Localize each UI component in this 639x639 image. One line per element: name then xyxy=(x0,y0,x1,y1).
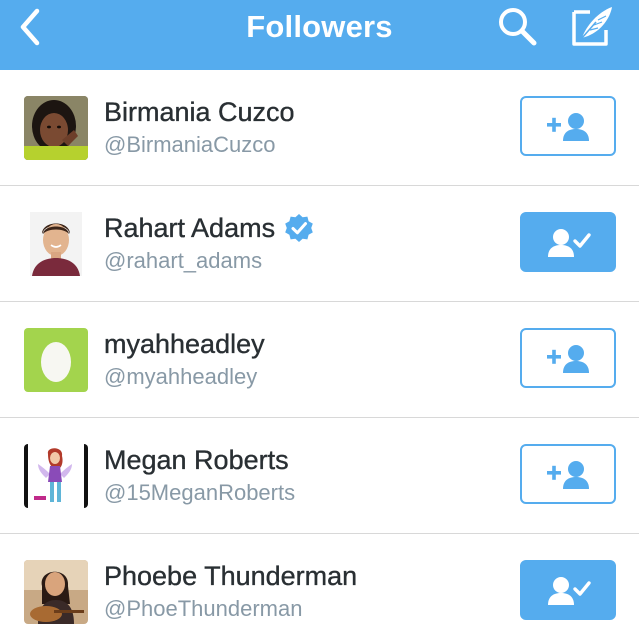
following-user-check-icon xyxy=(548,577,591,605)
avatar[interactable] xyxy=(24,328,88,392)
compose-button[interactable] xyxy=(568,4,616,50)
cartoon-fairy-avatar-icon xyxy=(24,444,88,508)
avatar[interactable] xyxy=(24,212,88,276)
search-button[interactable] xyxy=(494,4,542,50)
name-line: Birmania Cuzco xyxy=(104,94,295,130)
follower-row[interactable]: Megan Roberts @15MeganRoberts xyxy=(0,418,639,534)
name-line: Megan Roberts xyxy=(104,442,289,478)
follower-handle: @rahart_adams xyxy=(104,248,263,273)
follower-handle: @BirmaniaCuzco xyxy=(104,132,276,157)
follower-handle: @myahheadley xyxy=(104,364,258,389)
avatar[interactable] xyxy=(24,96,88,160)
follow-button[interactable] xyxy=(520,328,616,388)
verified-badge-icon xyxy=(285,214,313,242)
search-icon xyxy=(499,8,537,46)
follow-button[interactable] xyxy=(520,444,616,504)
followers-list: Birmania Cuzco @BirmaniaCuzco Rahart Ada… xyxy=(0,70,639,639)
add-user-icon xyxy=(547,345,589,373)
navigation-bar: Followers xyxy=(0,0,639,70)
page-title: Followers xyxy=(246,9,393,44)
avatar[interactable] xyxy=(24,560,88,624)
photo-avatar-girl-icon xyxy=(24,96,88,160)
follower-name[interactable]: myahheadley xyxy=(104,328,265,360)
follower-name[interactable]: Megan Roberts xyxy=(104,444,289,476)
follower-row[interactable]: Phoebe Thunderman @PhoeThunderman xyxy=(0,534,639,639)
name-line: Phoebe Thunderman xyxy=(104,558,358,594)
name-line: Rahart Adams xyxy=(104,210,314,246)
follower-row[interactable]: Rahart Adams @rahart_adams xyxy=(0,186,639,302)
add-user-icon xyxy=(547,113,589,141)
follower-name[interactable]: Rahart Adams xyxy=(104,212,275,244)
name-line: myahheadley xyxy=(104,326,265,362)
default-egg-avatar-icon xyxy=(24,328,88,392)
followers-screen: Followers Birmania Cuzco @BirmaniaCuzco … xyxy=(0,0,639,639)
following-button[interactable] xyxy=(520,212,616,272)
follower-row[interactable]: Birmania Cuzco @BirmaniaCuzco xyxy=(0,70,639,186)
follower-row[interactable]: myahheadley @myahheadley xyxy=(0,302,639,418)
compose-quill-icon xyxy=(572,7,612,46)
photo-avatar-man-icon xyxy=(24,212,88,276)
avatar[interactable] xyxy=(24,444,88,508)
following-button[interactable] xyxy=(520,560,616,620)
following-user-check-icon xyxy=(548,229,591,257)
follower-handle: @PhoeThunderman xyxy=(104,596,303,621)
follower-name[interactable]: Birmania Cuzco xyxy=(104,96,295,128)
add-user-icon xyxy=(547,461,589,489)
follower-name[interactable]: Phoebe Thunderman xyxy=(104,560,358,592)
photo-avatar-guitar-icon xyxy=(24,560,88,624)
follow-button[interactable] xyxy=(520,96,616,156)
follower-handle: @15MeganRoberts xyxy=(104,480,296,505)
